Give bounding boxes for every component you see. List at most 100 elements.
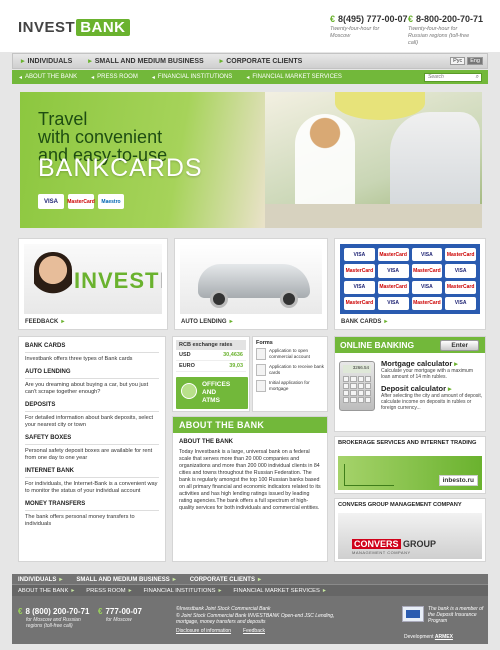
footer-phone-number: 8 (800) 200-70-71 bbox=[25, 607, 90, 616]
footer-link[interactable]: SMALL AND MEDIUM BUSINESS ▸ bbox=[76, 576, 175, 583]
enter-button[interactable]: Enter bbox=[440, 340, 479, 351]
footer-nav-sub: ABOUT THE BANK ▸ PRESS ROOM ▸ FINANCIAL IN… bbox=[12, 585, 488, 596]
service-title-safety-boxes[interactable]: SAFETY BOXES bbox=[25, 435, 159, 445]
tile-label[interactable]: BANK CARDS ▸ bbox=[341, 318, 387, 325]
visa-logo: VISA bbox=[411, 280, 443, 294]
mastercard-logo: MasterCard bbox=[377, 248, 409, 262]
dev-link[interactable]: ARMEX bbox=[435, 634, 453, 640]
document-icon bbox=[256, 364, 266, 376]
feedback-link[interactable]: Feedback bbox=[243, 628, 265, 635]
mastercard-logo: MasterCard bbox=[445, 248, 476, 262]
visa-logo: VISA bbox=[38, 194, 64, 209]
mortgage-calculator-link[interactable]: Mortgage calculator ▸ bbox=[381, 359, 483, 368]
form-link[interactable]: Application to receive bank cards bbox=[256, 364, 324, 376]
tile-bank-cards[interactable]: VISA MasterCard VISA MasterCard MasterCard V… bbox=[334, 238, 486, 330]
right-column: ONLINE BANKING Enter 3266.54 Mortgage cal… bbox=[334, 336, 486, 562]
tile-label[interactable]: AUTO LENDING ▸ bbox=[181, 318, 233, 325]
form-link[interactable]: Initial application for mortgage bbox=[256, 380, 324, 392]
feedback-photo: INVESTБА bbox=[24, 244, 162, 314]
subnav-item-press[interactable]: ◂ PRESS ROOM bbox=[84, 74, 145, 81]
footer-link[interactable]: INDIVIDUALS ▸ bbox=[18, 576, 62, 583]
arrow-right-icon: ▸ bbox=[448, 386, 452, 393]
chevron-right-icon: ▸ bbox=[218, 587, 222, 594]
about-bar[interactable]: ABOUT THE BANK bbox=[173, 417, 327, 433]
deposit-calculator-link[interactable]: Deposit calculator ▸ bbox=[381, 384, 483, 393]
chevron-right-icon: ◂ bbox=[19, 74, 23, 81]
promo-banner[interactable]: Travel with convenient and easy-to-use B… bbox=[20, 92, 482, 228]
phone-note: Twenty-four-hour for Russian regions (to… bbox=[408, 26, 470, 46]
service-text: Are you dreaming about buying a car, but… bbox=[25, 382, 149, 395]
convers-banner: CONVERS GROUP MANAGEMENT COMPANY bbox=[338, 513, 482, 559]
tile-label-text: FEEDBACK bbox=[25, 319, 59, 325]
service-title-auto-lending[interactable]: AUTO LENDING bbox=[25, 369, 159, 379]
calculator-title: Deposit calculator bbox=[381, 384, 447, 393]
nav-item-individuals[interactable]: ▸ INDIVIDUALS bbox=[13, 54, 80, 68]
online-banking-title: ONLINE BANKING bbox=[340, 340, 415, 350]
chevron-right-icon: ▸ bbox=[71, 587, 75, 594]
footer-phone-number: 777-00-07 bbox=[105, 607, 142, 616]
subnav-item-about[interactable]: ◂ ABOUT THE BANK bbox=[12, 74, 84, 81]
chevron-right-icon: ▸ bbox=[219, 58, 224, 65]
rate-row-usd: USD 30,4636 bbox=[176, 350, 246, 361]
convers-logo-a: CONVERS bbox=[352, 539, 401, 549]
subnav-item-market[interactable]: ◂ FINANCIAL MARKET SERVICES bbox=[239, 74, 349, 81]
footer-link[interactable]: FINANCIAL MARKET SERVICES ▸ bbox=[233, 588, 325, 594]
offices-atms-button[interactable]: OFFICES AND ATMS bbox=[176, 377, 248, 409]
search-input[interactable]: Search ⌕ bbox=[424, 73, 482, 82]
nav-label: CORPORATE CLIENTS bbox=[226, 57, 303, 65]
convers-panel[interactable]: CONVERS GROUP MANAGEMENT COMPANY CONVERS… bbox=[334, 498, 486, 562]
tile-label[interactable]: FEEDBACK ▸ bbox=[25, 318, 64, 325]
tile-feedback[interactable]: INVESTБА FEEDBACK▸ bbox=[18, 238, 168, 330]
service-text: The bank offers personal money transfers… bbox=[25, 514, 135, 527]
footer: INDIVIDUALS ▸ SMALL AND MEDIUM BUSINESS ▸ … bbox=[12, 574, 488, 644]
maestro-logo: Maestro bbox=[98, 194, 124, 209]
deposit-insurance-logo bbox=[402, 606, 424, 622]
subnav-label: FINANCIAL MARKET SERVICES bbox=[252, 74, 342, 80]
mastercard-logo: MasterCard bbox=[67, 194, 95, 209]
chevron-right-icon: ▸ bbox=[88, 58, 92, 65]
operator-figure bbox=[34, 252, 72, 312]
footer-link[interactable]: CORPORATE CLIENTS ▸ bbox=[190, 576, 261, 583]
woman-figure bbox=[295, 114, 355, 209]
offices-label: ATMS bbox=[202, 397, 220, 404]
bank-logo[interactable]: INVEST BANK bbox=[18, 18, 130, 36]
nav-item-corporate[interactable]: ▸ CORPORATE CLIENTS bbox=[212, 54, 311, 68]
rate-currency: USD bbox=[179, 352, 191, 358]
footer-link-label: SMALL AND MEDIUM BUSINESS bbox=[76, 576, 170, 583]
search-icon[interactable]: ⌕ bbox=[476, 74, 479, 81]
copyright-line: © Joint Stock Commercial Bank INVESTBANK… bbox=[176, 612, 335, 626]
nav-item-smb[interactable]: ▸ SMALL AND MEDIUM BUSINESS bbox=[80, 54, 211, 68]
subnav-label: FINANCIAL INSTITUTIONS bbox=[157, 74, 233, 80]
disclosure-link[interactable]: Disclosure of information bbox=[176, 628, 231, 635]
phone-moscow: €8(495) 777-00-07 Twenty-four-hour for M… bbox=[330, 14, 408, 40]
insurance-text: The bank is a member of the Deposit Insu… bbox=[428, 606, 484, 624]
lang-rus-button[interactable]: Рус bbox=[450, 57, 466, 65]
forms-title: Forms bbox=[256, 340, 273, 346]
footer-link[interactable]: PRESS ROOM ▸ bbox=[86, 588, 131, 594]
subnav-label: ABOUT THE BANK bbox=[25, 74, 78, 80]
lang-eng-button[interactable]: Eng bbox=[467, 57, 483, 65]
service-title-bank-cards[interactable]: BANK CARDS bbox=[25, 343, 159, 353]
visa-logo: VISA bbox=[344, 280, 375, 294]
service-title-money-transfers[interactable]: MONEY TRANSFERS bbox=[25, 501, 159, 511]
subnav-label: PRESS ROOM bbox=[97, 74, 138, 80]
mastercard-logo: MasterCard bbox=[411, 264, 443, 278]
footer-link[interactable]: ABOUT THE BANK ▸ bbox=[18, 588, 74, 594]
calculator-desc: Calculate your mortgage with a maximum l… bbox=[381, 368, 473, 380]
trading-panel[interactable]: BROKERAGE SERVICES AND INTERNET TRADING … bbox=[334, 436, 486, 494]
subnav-item-financial[interactable]: ◂ FINANCIAL INSTITUTIONS bbox=[145, 74, 239, 81]
convers-logo-b: GROUP bbox=[403, 539, 437, 549]
nav-label: INDIVIDUALS bbox=[27, 57, 73, 65]
service-title-internet-bank[interactable]: INTERNET BANK bbox=[25, 468, 159, 478]
form-link[interactable]: Application to open commercial account bbox=[256, 348, 324, 360]
service-title-deposits[interactable]: DEPOSITS bbox=[25, 402, 159, 412]
about-heading: ABOUT THE BANK bbox=[179, 439, 233, 445]
form-label: Application to open commercial account bbox=[269, 348, 310, 359]
tile-auto-lending[interactable]: AUTO LENDING ▸ bbox=[174, 238, 328, 330]
map-pin-icon bbox=[181, 383, 197, 399]
inbesto-badge: inbesto.ru bbox=[438, 475, 478, 486]
footer-link[interactable]: FINANCIAL INSTITUTIONS ▸ bbox=[144, 588, 222, 594]
developer-credit: Development ARMEX bbox=[404, 634, 453, 640]
convers-title: CONVERS GROUP MANAGEMENT COMPANY bbox=[338, 502, 462, 508]
visa-logo: VISA bbox=[445, 296, 476, 310]
